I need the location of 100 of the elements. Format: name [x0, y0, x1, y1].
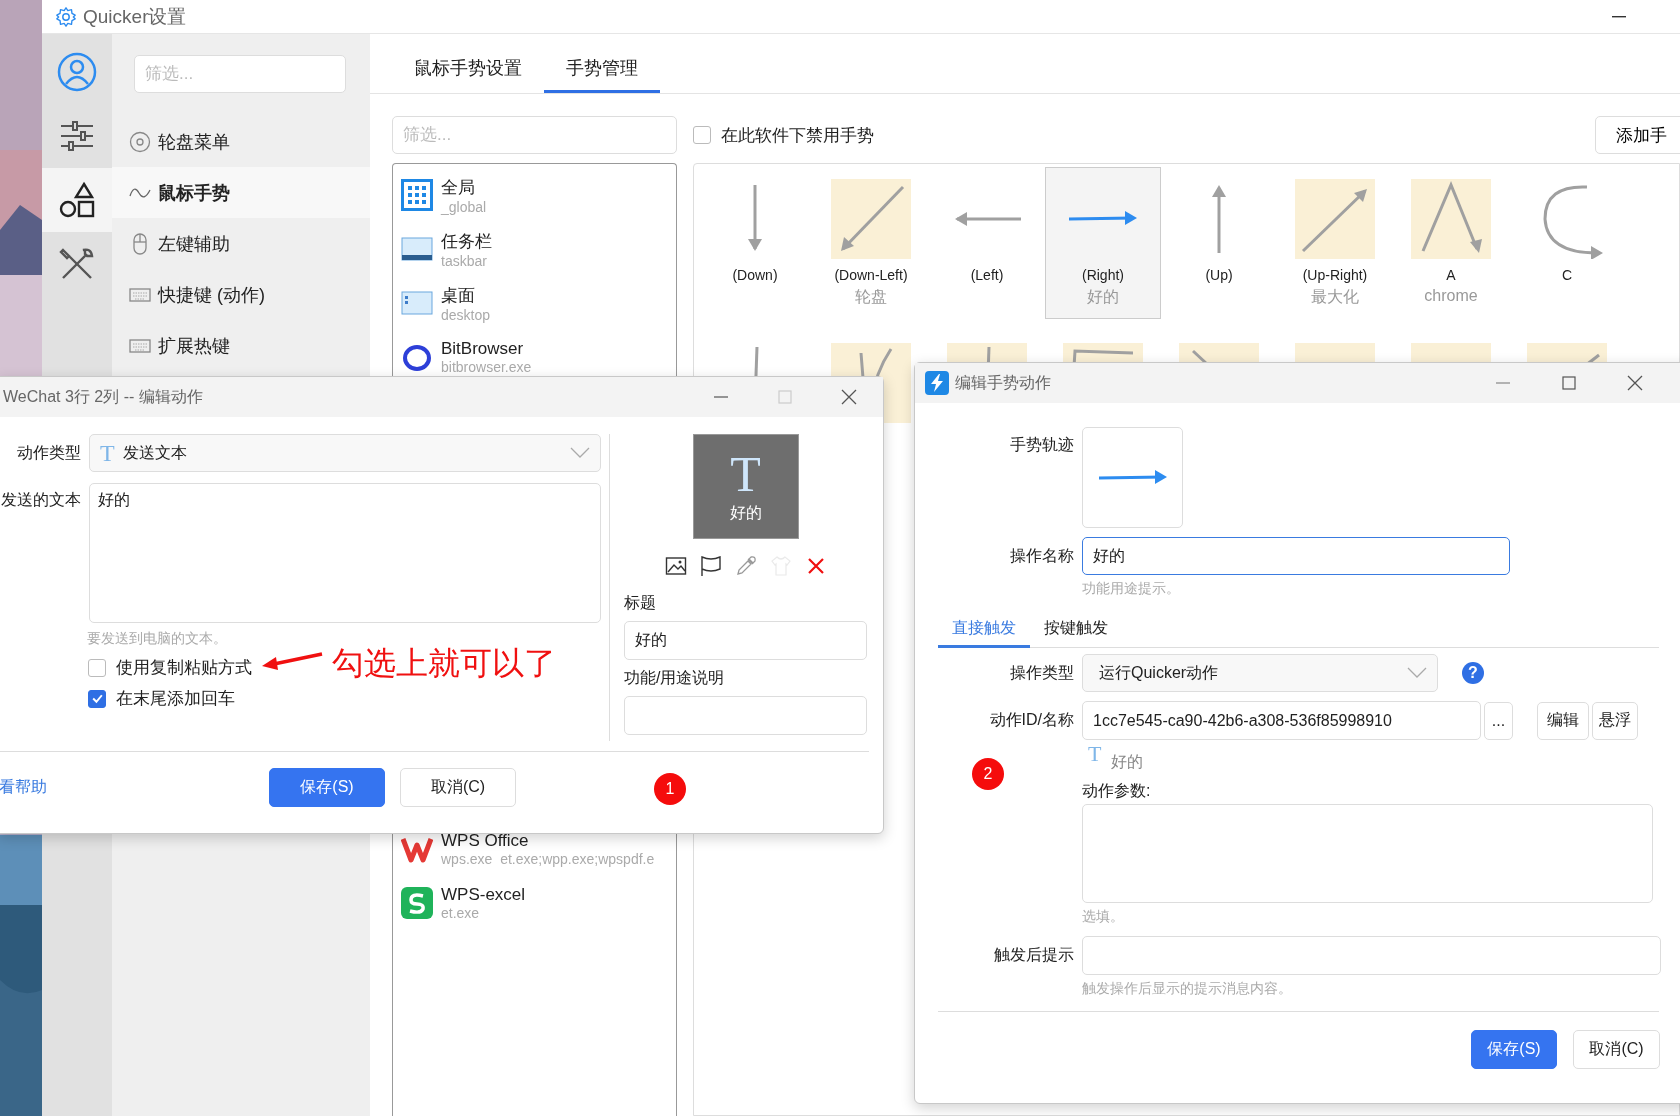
tab[interactable]: 按键触发: [1030, 618, 1122, 648]
checkbox[interactable]: [88, 689, 106, 708]
window-title: WeChat 3行 2列 -- 编辑动作: [3, 386, 203, 407]
browse-button[interactable]: ...: [1484, 701, 1513, 740]
bolt-icon: [925, 371, 949, 395]
tab[interactable]: 手势管理: [544, 56, 660, 93]
app-item[interactable]: BitBrowser bitbrowser.exe: [393, 330, 676, 384]
user-icon: [57, 52, 97, 92]
app-item[interactable]: WPS Office wps.exe et.exe;wpp.exe;wpspdf.e: [393, 822, 676, 876]
app-item[interactable]: 任务栏 taskbar: [393, 222, 676, 276]
action-name: 好的: [1111, 751, 1144, 772]
close-icon[interactable]: [841, 389, 857, 405]
text-type-icon: T: [730, 449, 761, 499]
step-badge: 2: [972, 758, 1004, 790]
field-label: 动作ID/名称: [988, 710, 1074, 730]
preview-caption: 好的: [729, 503, 762, 523]
gesture-arrow-icon: [1098, 469, 1167, 484]
checkbox-label: 在此软件下禁用手势: [721, 124, 874, 147]
process-name: desktop: [441, 306, 491, 323]
close-icon[interactable]: [1627, 375, 1643, 391]
operation-type-select[interactable]: 运行Quicker动作: [1082, 654, 1438, 692]
app-name: 全局: [441, 176, 476, 199]
gesture-item[interactable]: (Right) 好的: [1045, 167, 1161, 319]
gesture-item[interactable]: A chrome: [1393, 167, 1509, 319]
help-icon[interactable]: ?: [1462, 662, 1484, 684]
gesture-action: 好的: [1087, 287, 1119, 307]
settings-icon: [55, 5, 77, 28]
app-name: WPS-excel: [441, 885, 526, 905]
app-item[interactable]: 桌面 desktop: [393, 276, 676, 330]
minimize-icon[interactable]: [1612, 15, 1626, 18]
parameters-field[interactable]: [1082, 804, 1653, 903]
field-label: 发送的文本: [0, 490, 81, 510]
image-icon[interactable]: [664, 555, 687, 577]
cancel-button[interactable]: 取消(C): [1573, 1030, 1660, 1069]
name-field[interactable]: 好的: [1082, 537, 1510, 575]
help-link[interactable]: 看帮助: [0, 776, 269, 798]
rail-button[interactable]: [42, 168, 112, 232]
app-name: WPS Office: [441, 831, 530, 851]
app-name: BitBrowser: [441, 339, 525, 359]
checkmark-icon: [90, 692, 104, 705]
process-name: bitbrowser.exe: [441, 359, 532, 375]
app-item[interactable]: WPS-excel et.exe: [393, 876, 676, 930]
tab[interactable]: 直接触发: [938, 618, 1030, 648]
window-title: Quicker设置: [83, 4, 187, 29]
nav-item[interactable]: 快捷键 (动作): [112, 269, 370, 320]
tab[interactable]: 鼠标手势设置: [392, 56, 544, 93]
text-area[interactable]: 好的: [89, 483, 601, 623]
gesture-label: (Up-Right): [1302, 267, 1368, 283]
field-label: 功能/用途说明: [624, 668, 726, 688]
process-name: _global: [441, 198, 487, 215]
chevron-icon: [570, 447, 590, 459]
nav-item[interactable]: 左键辅助: [112, 218, 370, 269]
gesture-item[interactable]: (Down-Left) 轮盘: [813, 167, 929, 319]
gesture-item[interactable]: (Up): [1161, 167, 1277, 319]
add-button[interactable]: 添加手: [1595, 116, 1680, 154]
shapes-icon: [57, 180, 97, 220]
float-button[interactable]: 悬浮: [1592, 701, 1638, 740]
gesture-label: C: [1561, 267, 1573, 283]
field-label: 操作类型: [1009, 662, 1074, 683]
cancel-button[interactable]: 取消(C): [400, 767, 516, 807]
gesture-action: 最大化: [1311, 287, 1359, 307]
chevron-icon: [1407, 667, 1427, 679]
checkbox[interactable]: [693, 126, 711, 144]
gesture-item[interactable]: (Up-Right) 最大化: [1277, 167, 1393, 319]
checkbox[interactable]: [88, 658, 106, 677]
description-field[interactable]: [624, 696, 867, 735]
field-label: 手势轨迹: [1009, 435, 1074, 455]
grid-icon: [401, 179, 433, 211]
hint-text: 选填。: [1082, 908, 1125, 926]
gesture-item[interactable]: (Left): [929, 167, 1045, 319]
gesture-label: (Down): [732, 267, 778, 283]
field-label: 标题: [624, 593, 657, 613]
maximize-icon[interactable]: [1561, 375, 1577, 391]
gesture-label: (Right): [1082, 267, 1124, 283]
gesture-label: (Left): [970, 267, 1004, 283]
save-button[interactable]: 保存(S): [1471, 1030, 1557, 1069]
filter-field[interactable]: 筛选...: [134, 55, 346, 93]
app-item[interactable]: 全局 _global: [393, 168, 676, 222]
checkbox-label: 使用复制粘贴方式: [116, 657, 252, 679]
gesture-item[interactable]: (Down): [697, 167, 813, 319]
text-type-icon: T: [1082, 743, 1108, 781]
gesture-action: 轮盘: [855, 287, 887, 307]
field-label: 触发后提示: [993, 945, 1074, 965]
nav-item[interactable]: 鼠标手势: [112, 167, 370, 218]
nav-item[interactable]: 扩展热键: [112, 320, 370, 371]
hint-text: 触发操作后显示的提示消息内容。: [1082, 980, 1293, 998]
eyedropper-icon[interactable]: [734, 555, 757, 577]
action-id-field[interactable]: 1cc7e545-ca90-42b6-a308-536f85998910: [1082, 701, 1481, 740]
title-field[interactable]: 好的: [624, 621, 867, 660]
filter-field[interactable]: 筛选...: [392, 116, 677, 154]
tip-field[interactable]: [1082, 936, 1661, 975]
flag-icon[interactable]: [699, 555, 722, 577]
app-name: 桌面: [441, 284, 476, 307]
gesture-item[interactable]: C: [1509, 167, 1625, 319]
save-button[interactable]: 保存(S): [269, 767, 385, 807]
action-type-select[interactable]: T 发送文本: [89, 434, 601, 472]
edit-button[interactable]: 编辑: [1537, 701, 1589, 740]
gesture-action: chrome: [1424, 287, 1478, 305]
nav-item[interactable]: 轮盘菜单: [112, 116, 370, 167]
hint-text: 功能用途提示。: [1082, 580, 1181, 598]
